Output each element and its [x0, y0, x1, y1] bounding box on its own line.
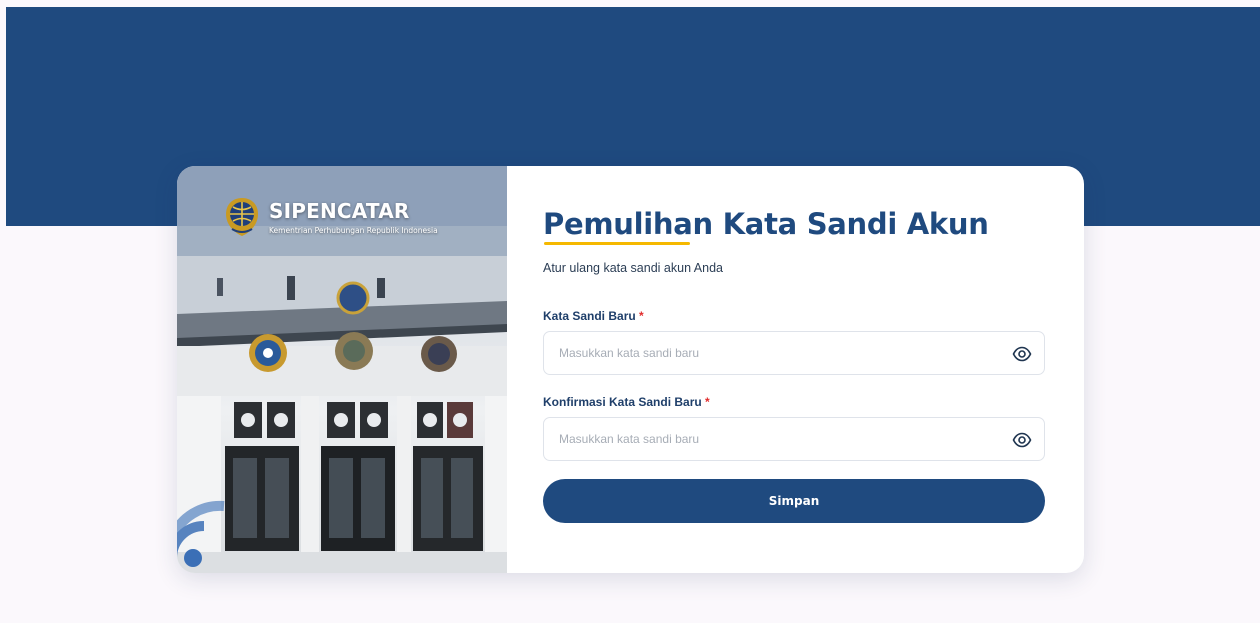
title-accent-underline	[544, 242, 690, 245]
confirm-password-input-wrap	[543, 417, 1045, 461]
confirm-password-label-text: Konfirmasi Kata Sandi Baru	[543, 395, 702, 409]
required-mark: *	[705, 395, 710, 409]
brand-subtitle: Kementrian Perhubungan Republik Indonesi…	[269, 225, 438, 235]
brand: SIPENCATAR Kementrian Perhubungan Republ…	[223, 196, 438, 238]
new-password-input[interactable]	[544, 332, 1044, 374]
eye-icon[interactable]	[1012, 345, 1032, 363]
new-password-field-group: Kata Sandi Baru *	[543, 309, 1045, 375]
page-subtitle: Atur ulang kata sandi akun Anda	[543, 261, 723, 275]
eye-icon[interactable]	[1012, 431, 1032, 449]
required-mark: *	[639, 309, 644, 323]
kemenhub-emblem-icon	[226, 198, 258, 236]
building-photo-panel: SIPENCATAR Kementrian Perhubungan Republ…	[177, 166, 507, 573]
new-password-input-wrap	[543, 331, 1045, 375]
page-title: Pemulihan Kata Sandi Akun	[543, 206, 989, 245]
brand-name: SIPENCATAR	[269, 198, 410, 223]
recovery-card: SIPENCATAR Kementrian Perhubungan Republ…	[177, 166, 1084, 573]
confirm-password-field-group: Konfirmasi Kata Sandi Baru *	[543, 395, 1045, 461]
confirm-password-input[interactable]	[544, 418, 1044, 460]
save-button[interactable]: Simpan	[543, 479, 1045, 523]
confirm-password-label: Konfirmasi Kata Sandi Baru *	[543, 395, 1045, 409]
password-reset-form: Pemulihan Kata Sandi Akun Atur ulang kat…	[507, 166, 1084, 573]
new-password-label-text: Kata Sandi Baru	[543, 309, 636, 323]
page-title-text: Pemulihan Kata Sandi Akun	[543, 207, 989, 241]
new-password-label: Kata Sandi Baru *	[543, 309, 1045, 323]
